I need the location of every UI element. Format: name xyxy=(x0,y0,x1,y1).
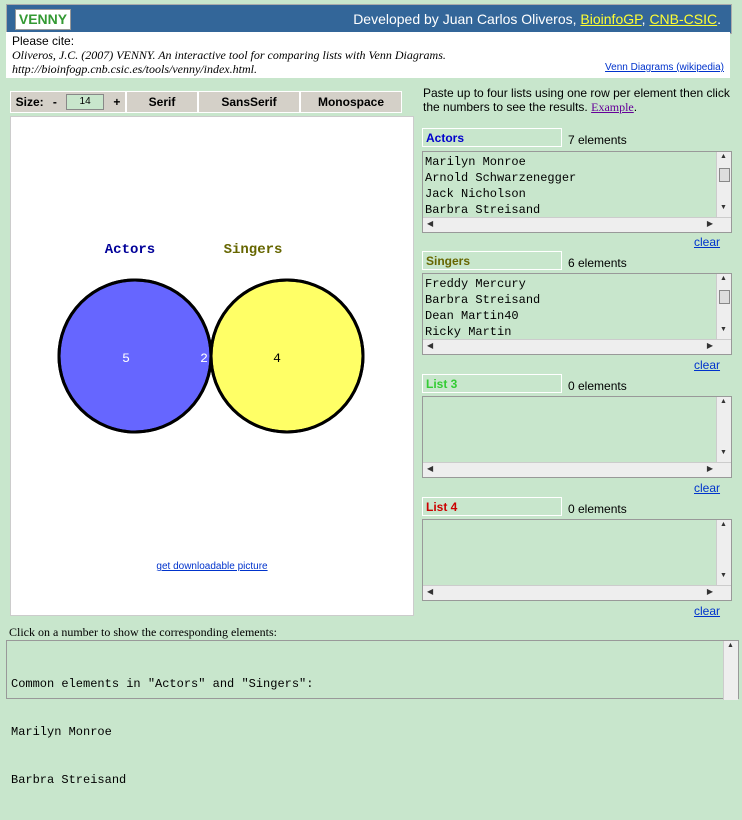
download-picture-link[interactable]: get downloadable picture xyxy=(11,561,413,572)
venn-label-singers: Singers xyxy=(224,242,283,258)
venn-diagram: Actors Singers 5 2 4 xyxy=(57,242,365,434)
scroll-up-icon[interactable]: ▲ xyxy=(720,521,727,528)
scroll-up-icon[interactable]: ▲ xyxy=(720,153,727,160)
scroll-left-icon[interactable]: ◀ xyxy=(427,341,433,350)
vertical-scrollbar[interactable]: ▲ ▼ xyxy=(716,152,731,218)
vertical-scrollbar[interactable]: ▲ ▼ xyxy=(716,397,731,463)
list1-count: 7 elements xyxy=(568,133,627,147)
size-control: Size: - 14 + xyxy=(10,91,126,113)
scroll-right-icon[interactable]: ▶ xyxy=(707,587,713,596)
list1-name-input[interactable]: Actors xyxy=(422,128,562,147)
list3-count: 0 elements xyxy=(568,379,627,393)
scroll-left-icon[interactable]: ◀ xyxy=(427,219,433,228)
list2-name-input[interactable]: Singers xyxy=(422,251,562,270)
font-toolbar: Size: - 14 + Serif SansSerif Monospace xyxy=(10,91,412,113)
cite-heading: Please cite: xyxy=(12,34,75,48)
list-item: Dean Martin40 xyxy=(425,309,519,323)
result-textarea[interactable]: Common elements in "Actors" and "Singers… xyxy=(6,640,739,787)
scroll-down-icon[interactable]: ▼ xyxy=(720,204,727,211)
vertical-scrollbar[interactable]: ▲ ▼ xyxy=(716,274,731,340)
list1-items: Marilyn Monroe Arnold Schwarzenegger Jac… xyxy=(425,154,576,218)
list2-count: 6 elements xyxy=(568,256,627,270)
list-item: Barbra Streisand xyxy=(425,203,541,217)
list4-clear-link[interactable]: clear xyxy=(694,604,720,618)
result-line: Marilyn Monroe xyxy=(11,725,112,739)
credit-separator: , xyxy=(641,11,646,27)
scroll-right-icon[interactable]: ▶ xyxy=(707,464,713,473)
horizontal-scrollbar[interactable]: ◀ ▶ xyxy=(423,462,731,477)
list4-textarea[interactable]: ▲ ▼ ◀ ▶ xyxy=(422,519,732,601)
venn-label-actors: Actors xyxy=(105,242,155,258)
sansserif-button[interactable]: SansSerif xyxy=(198,91,300,113)
list3-textarea[interactable]: ▲ ▼ ◀ ▶ xyxy=(422,396,732,478)
list3-name-input[interactable]: List 3 xyxy=(422,374,562,393)
size-decrease-button[interactable]: - xyxy=(53,92,57,112)
scroll-left-icon[interactable]: ◀ xyxy=(427,464,433,473)
count-common[interactable]: 2 xyxy=(200,351,208,366)
scroll-up-icon[interactable]: ▲ xyxy=(720,275,727,282)
bioinfogp-link[interactable]: BioinfoGP xyxy=(580,11,641,27)
result-line: Common elements in "Actors" and "Singers… xyxy=(11,677,314,691)
developer-credit: Developed by Juan Carlos Oliveros, Bioin… xyxy=(353,11,721,27)
scroll-up-icon[interactable]: ▲ xyxy=(720,398,727,405)
vertical-scrollbar[interactable]: ▲ xyxy=(723,641,738,700)
result-text: Common elements in "Actors" and "Singers… xyxy=(11,644,313,820)
list-item: Freddy Mercury xyxy=(425,277,526,291)
cite-url: http://bioinfogp.cnb.csic.es/tools/venny… xyxy=(12,62,257,76)
count-only-singers[interactable]: 4 xyxy=(273,351,281,366)
scroll-right-icon[interactable]: ▶ xyxy=(707,219,713,228)
serif-button[interactable]: Serif xyxy=(126,91,198,113)
list3-clear-link[interactable]: clear xyxy=(694,481,720,495)
cnb-csic-link[interactable]: CNB-CSIC xyxy=(649,11,717,27)
credit-suffix: . xyxy=(717,11,721,27)
list2-textarea[interactable]: Freddy Mercury Barbra Streisand Dean Mar… xyxy=(422,273,732,355)
scroll-thumb[interactable] xyxy=(719,290,730,304)
monospace-button[interactable]: Monospace xyxy=(300,91,402,113)
count-only-actors[interactable]: 5 xyxy=(122,351,130,366)
horizontal-scrollbar[interactable]: ◀ ▶ xyxy=(423,585,731,600)
result-line: Barbra Streisand xyxy=(11,773,127,787)
list2-clear-link[interactable]: clear xyxy=(694,358,720,372)
instructions-text: Paste up to four lists using one row per… xyxy=(423,86,730,114)
scroll-thumb[interactable] xyxy=(719,168,730,182)
cite-reference: Oliveros, J.C. (2007) VENNY. An interact… xyxy=(12,48,446,62)
venn-canvas: Actors Singers 5 2 4 get downloadable pi… xyxy=(10,116,414,616)
venny-logo: VENNY xyxy=(15,9,71,30)
scroll-down-icon[interactable]: ▼ xyxy=(720,572,727,579)
size-label: Size: xyxy=(15,95,44,109)
horizontal-scrollbar[interactable]: ◀ ▶ xyxy=(423,339,731,354)
scroll-up-icon[interactable]: ▲ xyxy=(727,642,734,649)
citation-box: Please cite: Oliveros, J.C. (2007) VENNY… xyxy=(6,32,730,78)
instructions: Paste up to four lists using one row per… xyxy=(423,86,730,114)
list-item: Marilyn Monroe xyxy=(425,155,526,169)
example-link[interactable]: Example xyxy=(591,100,634,114)
list1-textarea[interactable]: Marilyn Monroe Arnold Schwarzenegger Jac… xyxy=(422,151,732,233)
list-item: Jack Nicholson xyxy=(425,187,526,201)
list-item: Ricky Martin xyxy=(425,325,512,339)
list1-clear-link[interactable]: clear xyxy=(694,235,720,249)
vertical-scrollbar[interactable]: ▲ ▼ xyxy=(716,520,731,586)
horizontal-scrollbar[interactable]: ◀ ▶ xyxy=(423,217,731,232)
list-item: Barbra Streisand xyxy=(425,293,541,307)
size-input[interactable]: 14 xyxy=(66,94,105,110)
size-increase-button[interactable]: + xyxy=(113,92,120,112)
scroll-down-icon[interactable]: ▼ xyxy=(720,326,727,333)
scroll-right-icon[interactable]: ▶ xyxy=(707,341,713,350)
result-label: Click on a number to show the correspond… xyxy=(9,625,277,639)
wikipedia-link[interactable]: Venn Diagrams (wikipedia) xyxy=(605,62,724,73)
list4-name-input[interactable]: List 4 xyxy=(422,497,562,516)
list2-items: Freddy Mercury Barbra Streisand Dean Mar… xyxy=(425,276,540,340)
scroll-left-icon[interactable]: ◀ xyxy=(427,587,433,596)
scroll-down-icon[interactable]: ▼ xyxy=(720,449,727,456)
header-bar: VENNY Developed by Juan Carlos Oliveros,… xyxy=(6,4,732,34)
list-item: Arnold Schwarzenegger xyxy=(425,171,577,185)
developer-text: Developed by Juan Carlos Oliveros, xyxy=(353,11,577,27)
list4-count: 0 elements xyxy=(568,502,627,516)
